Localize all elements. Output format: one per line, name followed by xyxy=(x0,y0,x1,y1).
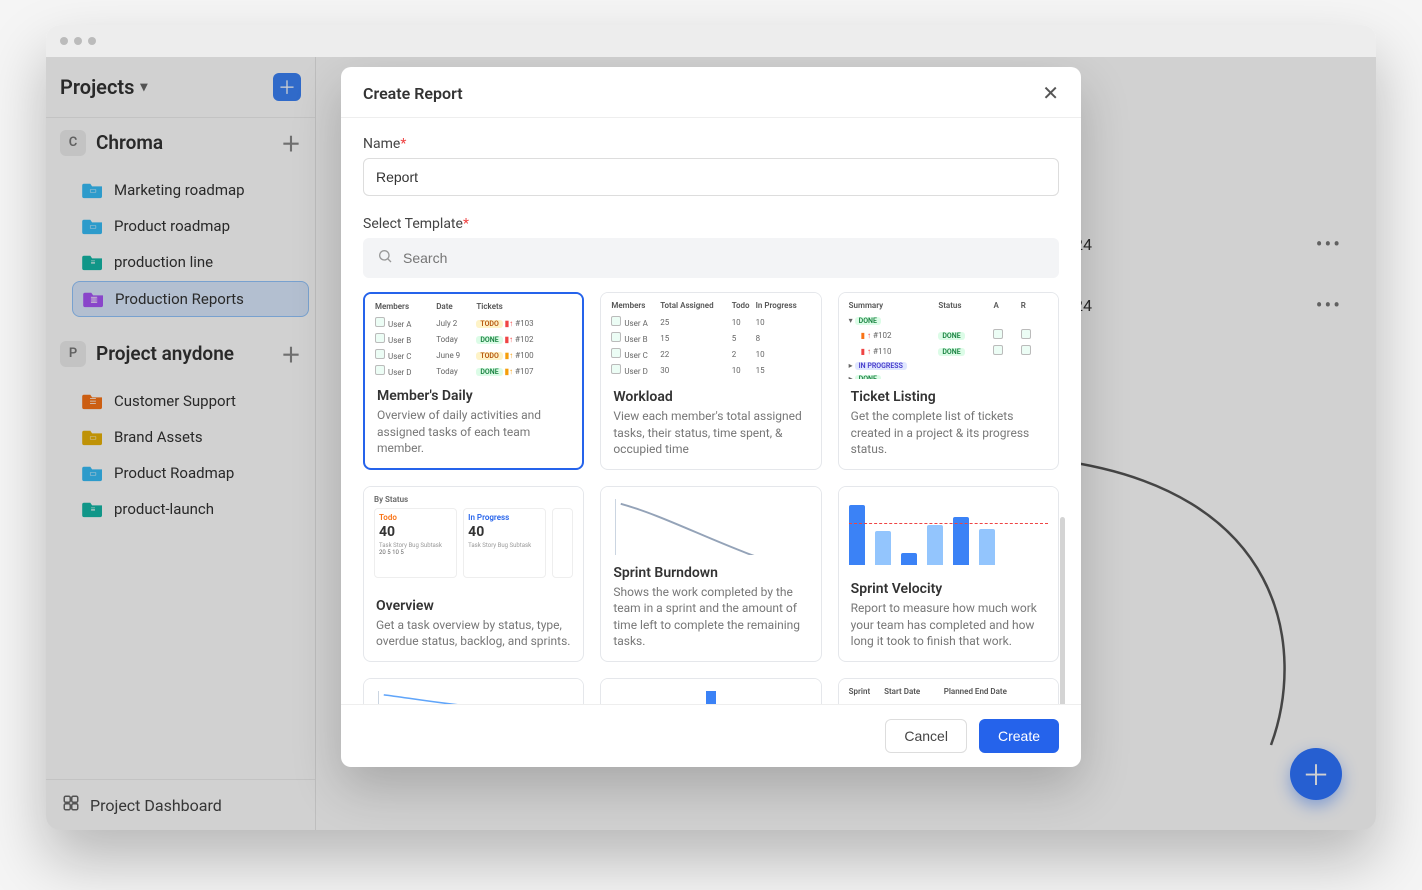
window-dot xyxy=(60,37,68,45)
required-asterisk: * xyxy=(463,216,469,232)
col-members: Members xyxy=(375,302,436,315)
col-sprint: Sprint xyxy=(849,687,884,700)
template-name: Sprint Velocity xyxy=(851,581,1046,597)
create-button[interactable]: Create xyxy=(979,719,1059,753)
template-preview: Members Date Tickets User AJuly 2TODO ▮↑… xyxy=(365,294,582,378)
template-preview: Members Total Assigned Todo In Progress … xyxy=(601,293,820,379)
col-date: Date xyxy=(436,302,476,315)
bar-icon xyxy=(706,691,716,704)
template-grid: Members Date Tickets User AJuly 2TODO ▮↑… xyxy=(363,292,1059,704)
template-card-members-daily[interactable]: Members Date Tickets User AJuly 2TODO ▮↑… xyxy=(363,292,584,470)
template-desc: Report to measure how much work your tea… xyxy=(851,600,1046,649)
template-desc: Get the complete list of tickets created… xyxy=(851,408,1046,457)
label-text: Select Template xyxy=(363,216,463,232)
template-name: Sprint Burndown xyxy=(613,565,808,581)
template-search-input[interactable] xyxy=(403,250,1045,266)
template-desc: Get a task overview by status, type, ove… xyxy=(376,617,571,649)
modal-overlay: Create Report ✕ Name* Select Template* xyxy=(46,57,1376,830)
col-start-date: Start Date xyxy=(884,687,944,700)
search-icon xyxy=(377,248,393,268)
app-window: Projects ▾ ＋ C Chroma ＋ ▭ Marketing road… xyxy=(46,25,1376,830)
template-card-partial-1[interactable] xyxy=(363,678,584,704)
chart-icon xyxy=(378,691,569,704)
template-desc: Shows the work completed by the team in … xyxy=(613,584,808,649)
template-card-ticket-listing[interactable]: Summary Status A R ▾ DONE ▮ ↑ #102DONE ▮… xyxy=(838,292,1059,470)
template-preview xyxy=(601,487,820,555)
template-name: Workload xyxy=(613,389,808,405)
modal-body: Name* Select Template* xyxy=(341,118,1081,704)
titlebar xyxy=(46,25,1376,57)
window-dot xyxy=(74,37,82,45)
template-card-sprint-burndown[interactable]: Sprint Burndown Shows the work completed… xyxy=(600,486,821,662)
window-dot xyxy=(88,37,96,45)
report-name-input[interactable] xyxy=(363,158,1059,196)
template-name: Member's Daily xyxy=(377,388,570,404)
modal-footer: Cancel Create xyxy=(341,704,1081,767)
template-desc: Overview of daily activities and assigne… xyxy=(377,407,570,456)
template-preview: By Status Todo 40 Task Story Bug Subtask… xyxy=(364,487,583,588)
template-card-partial-3[interactable]: Sprint Start Date Planned End Date xyxy=(838,678,1059,704)
col-tickets: Tickets xyxy=(476,302,572,315)
template-preview xyxy=(839,487,1058,571)
template-card-workload[interactable]: Members Total Assigned Todo In Progress … xyxy=(600,292,821,470)
name-field-label: Name* xyxy=(363,136,1059,152)
template-card-overview[interactable]: By Status Todo 40 Task Story Bug Subtask… xyxy=(363,486,584,662)
template-card-sprint-velocity[interactable]: Sprint Velocity Report to measure how mu… xyxy=(838,486,1059,662)
template-scrollbar[interactable] xyxy=(1060,517,1065,704)
template-preview: Summary Status A R ▾ DONE ▮ ↑ #102DONE ▮… xyxy=(839,293,1058,379)
required-asterisk: * xyxy=(400,136,406,152)
velocity-chart-icon xyxy=(849,495,1048,565)
modal-header: Create Report ✕ xyxy=(341,67,1081,118)
template-field-label: Select Template* xyxy=(363,216,1059,232)
close-icon[interactable]: ✕ xyxy=(1042,83,1059,103)
template-name: Ticket Listing xyxy=(851,389,1046,405)
label-text: Name xyxy=(363,136,400,152)
template-search[interactable] xyxy=(363,238,1059,278)
template-desc: View each member's total assigned tasks,… xyxy=(613,408,808,457)
modal-title: Create Report xyxy=(363,84,463,103)
burndown-chart-icon xyxy=(615,499,806,555)
template-card-partial-2[interactable] xyxy=(600,678,821,704)
create-report-modal: Create Report ✕ Name* Select Template* xyxy=(341,67,1081,767)
col-end-date: Planned End Date xyxy=(944,687,1048,700)
cancel-button[interactable]: Cancel xyxy=(885,719,967,753)
template-name: Overview xyxy=(376,598,571,614)
